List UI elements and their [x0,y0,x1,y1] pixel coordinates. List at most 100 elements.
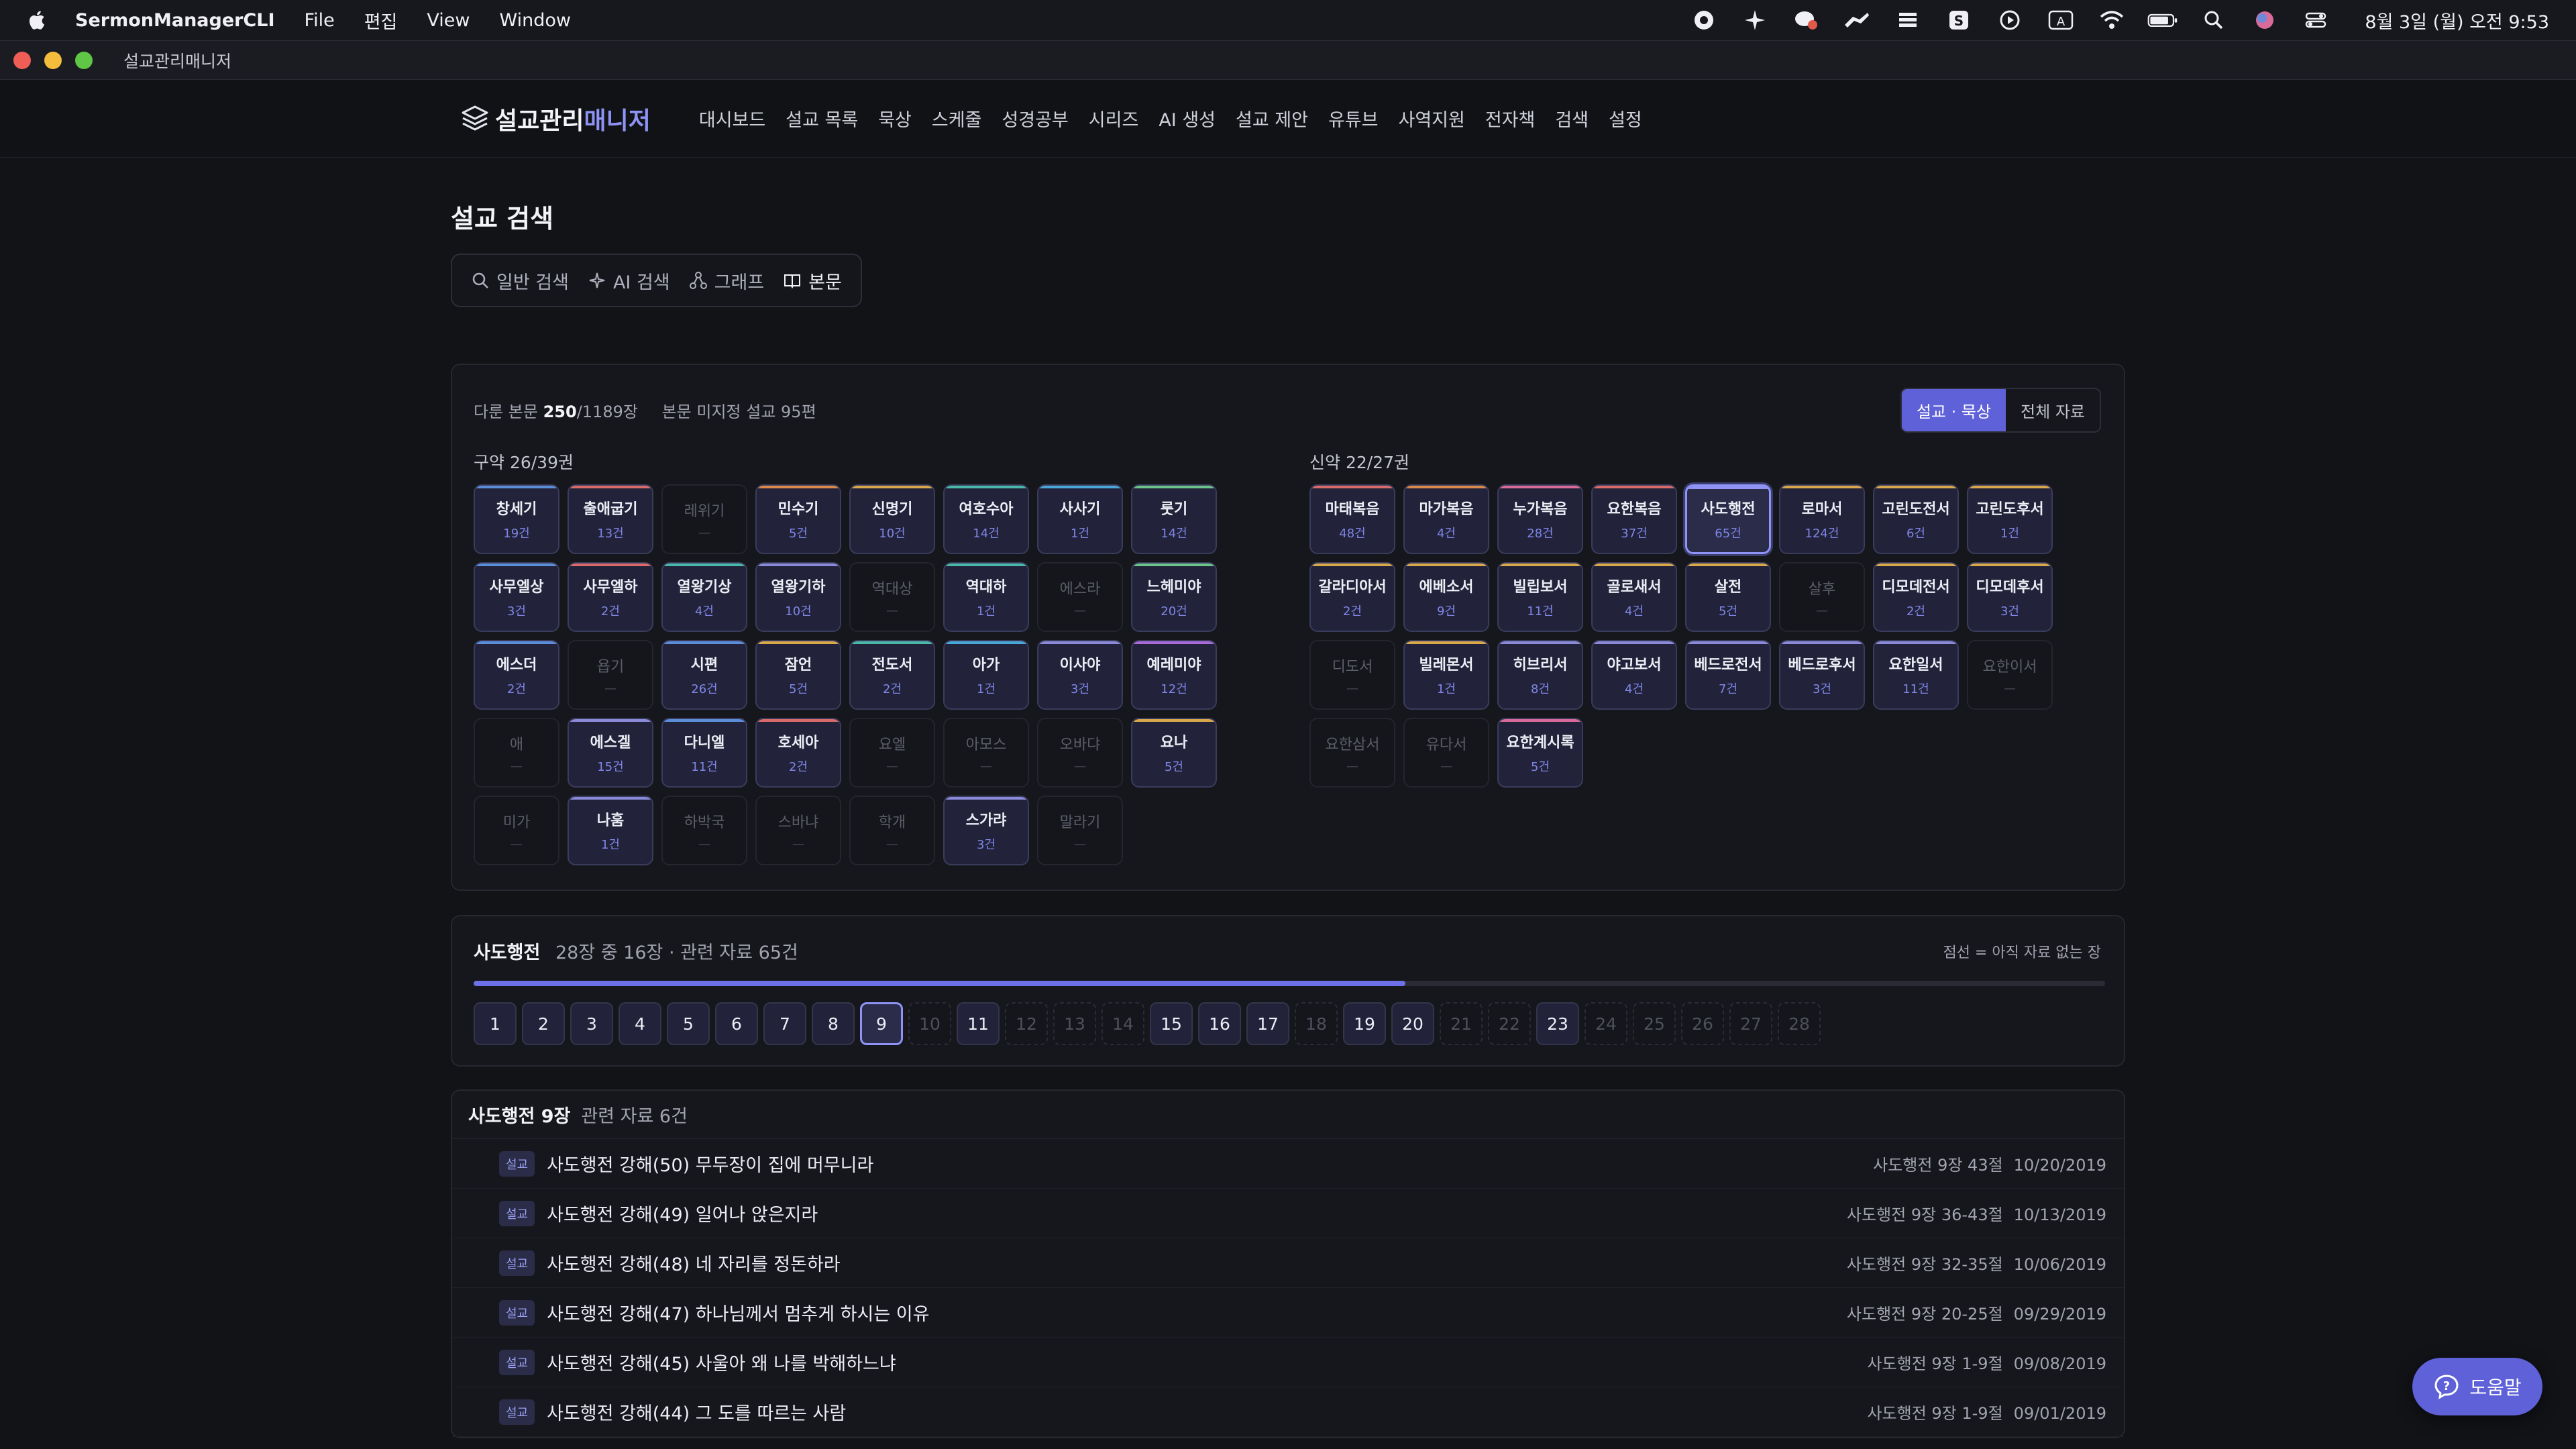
book-tile[interactable]: 마가복음 4건 [1403,484,1489,554]
runner-status-icon[interactable] [1841,9,1872,32]
siri-icon[interactable] [2249,9,2280,32]
book-tile[interactable]: 고린도전서 6건 [1873,484,1959,554]
book-tile[interactable]: 예레미야 12건 [1131,640,1217,710]
book-tile[interactable]: 마태복음 48건 [1309,484,1395,554]
stack-status-icon[interactable] [1892,9,1923,32]
sparkle-status-icon[interactable] [1739,9,1770,32]
chapter-chip[interactable]: 17 [1246,1002,1289,1045]
book-tile[interactable]: 고린도후서 1건 [1967,484,2053,554]
book-tile[interactable]: 출애굽기 13건 [568,484,653,554]
book-tile[interactable]: 요한계시록 5건 [1497,718,1583,788]
book-tile[interactable]: 요한일서 11건 [1873,640,1959,710]
spotlight-search-icon[interactable] [2198,9,2229,32]
apple-icon[interactable] [27,9,46,31]
book-tile[interactable]: 갈라디아서 2건 [1309,562,1395,632]
app-logo[interactable]: 설교관리 매니저 [459,101,651,136]
result-row[interactable]: 설교 사도행전 강해(48) 네 자리를 정돈하라 사도행전 9장 32-35절 10… [452,1238,2124,1288]
book-tile[interactable]: 스가랴 3건 [943,796,1029,865]
book-tile[interactable]: 요한복음 37건 [1591,484,1677,554]
book-tile[interactable]: 요나 5건 [1131,718,1217,788]
tab-general-search[interactable]: 일반 검색 [462,260,578,301]
result-row[interactable]: 설교 사도행전 강해(47) 하나님께서 멈추게 하시는 이유 사도행전 9장 20… [452,1288,2124,1338]
nav-sermon-list[interactable]: 설교 목록 [786,105,858,131]
book-tile[interactable]: 사도행전 65건 [1685,484,1771,554]
book-tile[interactable]: 골로새서 4건 [1591,562,1677,632]
chapter-chip[interactable]: 1 [474,1002,517,1045]
result-row[interactable]: 설교 사도행전 강해(44) 그 도를 따르는 사람 사도행전 9장 1-9절 09/… [452,1387,2124,1437]
book-tile[interactable]: 신명기 10건 [849,484,935,554]
app-menu-name[interactable]: SermonManagerCLI [75,10,275,31]
tab-graph[interactable]: 그래프 [680,260,774,301]
chapter-chip[interactable]: 6 [715,1002,758,1045]
book-tile[interactable]: 디모데전서 2건 [1873,562,1959,632]
chat-status-icon[interactable] [1790,9,1821,32]
record-status-icon[interactable] [1688,9,1719,32]
chapter-chip[interactable]: 7 [763,1002,806,1045]
book-tile[interactable]: 살전 5건 [1685,562,1771,632]
book-tile[interactable]: 사무엘상 3건 [474,562,559,632]
wifi-icon[interactable] [2096,9,2127,32]
book-tile[interactable]: 호세아 2건 [755,718,841,788]
chapter-chip[interactable]: 20 [1391,1002,1434,1045]
book-tile[interactable]: 룻기 14건 [1131,484,1217,554]
result-row[interactable]: 설교 사도행전 강해(45) 사울아 왜 나를 박해하느냐 사도행전 9장 1-9절… [452,1338,2124,1387]
control-center-icon[interactable] [2300,9,2331,32]
book-tile[interactable]: 역대하 1건 [943,562,1029,632]
input-source-icon[interactable]: A [2045,9,2076,32]
book-tile[interactable]: 다니엘 11건 [661,718,747,788]
menu-edit[interactable]: 편집 [364,7,398,34]
book-tile[interactable]: 전도서 2건 [849,640,935,710]
menu-window[interactable]: Window [499,10,570,31]
s-app-status-icon[interactable]: S [1943,9,1974,32]
book-tile[interactable]: 디모데후서 3건 [1967,562,2053,632]
nav-series[interactable]: 시리즈 [1089,105,1139,131]
book-tile[interactable]: 빌레몬서 1건 [1403,640,1489,710]
chapter-chip[interactable]: 5 [667,1002,710,1045]
book-tile[interactable]: 열왕기하 10건 [755,562,841,632]
book-tile[interactable]: 시편 26건 [661,640,747,710]
book-tile[interactable]: 야고보서 4건 [1591,640,1677,710]
book-tile[interactable]: 나훔 1건 [568,796,653,865]
nav-search[interactable]: 검색 [1555,105,1589,131]
menubar-clock[interactable]: 8월 3일 (월) 오전 9:53 [2365,7,2549,34]
chapter-chip[interactable]: 16 [1198,1002,1241,1045]
nav-bible-study[interactable]: 성경공부 [1002,105,1068,131]
book-tile[interactable]: 민수기 5건 [755,484,841,554]
chapter-chip[interactable]: 4 [619,1002,661,1045]
book-tile[interactable]: 로마서 124건 [1779,484,1865,554]
book-tile[interactable]: 히브리서 8건 [1497,640,1583,710]
nav-ebook[interactable]: 전자책 [1485,105,1536,131]
book-tile[interactable]: 베드로전서 7건 [1685,640,1771,710]
book-tile[interactable]: 창세기 19건 [474,484,559,554]
chapter-chip[interactable]: 2 [522,1002,565,1045]
scope-sermon-meditation[interactable]: 설교 · 묵상 [1901,389,2006,431]
book-tile[interactable]: 누가복음 28건 [1497,484,1583,554]
chapter-chip[interactable]: 9 [860,1002,903,1045]
chapter-chip[interactable]: 15 [1150,1002,1193,1045]
nav-sermon-suggest[interactable]: 설교 제안 [1236,105,1308,131]
book-tile[interactable]: 아가 1건 [943,640,1029,710]
battery-icon[interactable] [2147,9,2178,32]
menu-view[interactable]: View [427,10,470,31]
nav-meditation[interactable]: 묵상 [878,105,912,131]
book-tile[interactable]: 에베소서 9건 [1403,562,1489,632]
book-tile[interactable]: 이사야 3건 [1037,640,1123,710]
chapter-chip[interactable]: 8 [812,1002,855,1045]
book-tile[interactable]: 빌립보서 11건 [1497,562,1583,632]
tab-ai-search[interactable]: AI 검색 [578,260,680,301]
nav-schedule[interactable]: 스케줄 [932,105,982,131]
close-window-button[interactable] [13,51,31,69]
chapter-chip[interactable]: 23 [1536,1002,1579,1045]
nav-settings[interactable]: 설정 [1609,105,1642,131]
nav-ai-generate[interactable]: AI 생성 [1159,105,1216,131]
result-row[interactable]: 설교 사도행전 강해(50) 무두장이 집에 머무니라 사도행전 9장 43절 10/… [452,1139,2124,1189]
book-tile[interactable]: 베드로후서 3건 [1779,640,1865,710]
tab-passage[interactable]: 본문 [773,260,851,301]
book-tile[interactable]: 여호수아 14건 [943,484,1029,554]
nav-ministry-support[interactable]: 사역지원 [1399,105,1465,131]
menu-file[interactable]: File [305,10,335,31]
result-row[interactable]: 설교 사도행전 강해(49) 일어나 앉은지라 사도행전 9장 36-43절 10/1… [452,1189,2124,1238]
chapter-chip[interactable]: 3 [570,1002,613,1045]
book-tile[interactable]: 잠언 5건 [755,640,841,710]
book-tile[interactable]: 열왕기상 4건 [661,562,747,632]
